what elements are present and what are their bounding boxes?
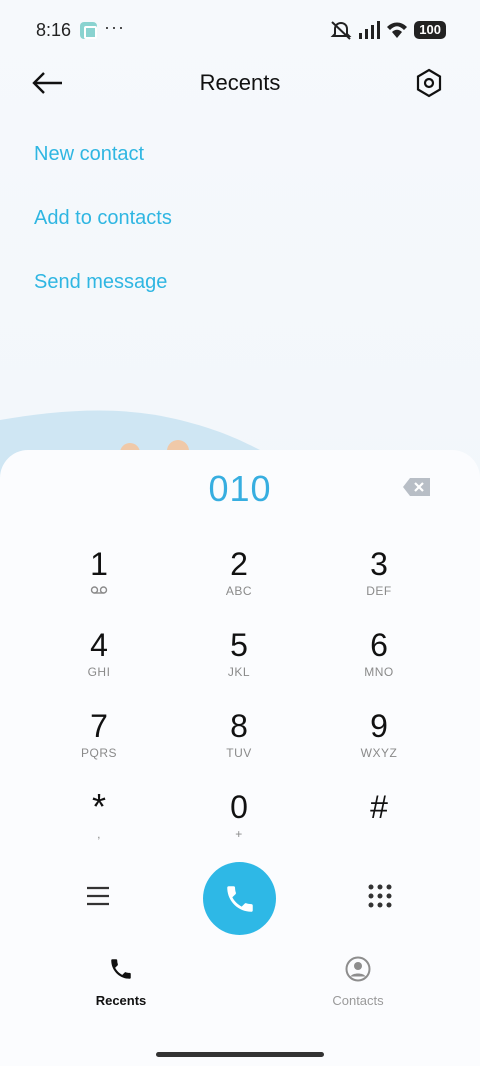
backspace-icon[interactable]: [402, 477, 432, 497]
key-4[interactable]: 4 GHI: [29, 627, 169, 701]
status-icons: 100: [330, 18, 446, 42]
new-contact-link[interactable]: New contact: [34, 143, 144, 166]
more-notifications-icon: ···: [104, 17, 125, 37]
signal-icon: [359, 21, 381, 39]
person-circle-icon: [345, 956, 371, 982]
battery-indicator: 100: [414, 21, 446, 39]
key-6[interactable]: 6 MNO: [309, 627, 449, 701]
status-bar: 8:16 ··· 100: [0, 0, 480, 60]
add-to-contacts-link[interactable]: Add to contacts: [34, 207, 172, 230]
send-message-link[interactable]: Send message: [34, 271, 167, 294]
key-5[interactable]: 5 JKL: [169, 627, 309, 701]
key-1[interactable]: 1: [29, 546, 169, 620]
home-indicator[interactable]: [156, 1052, 324, 1057]
tab-contacts[interactable]: Contacts: [298, 956, 418, 1008]
app-notification-icon: [80, 22, 97, 39]
key-7[interactable]: 7 PQRS: [29, 708, 169, 782]
tab-recents-label: Recents: [95, 993, 147, 1008]
key-star[interactable]: * ,: [29, 789, 169, 863]
tab-recents[interactable]: Recents: [61, 956, 181, 1008]
status-time: 8:16: [36, 20, 72, 40]
app-bar: Recents: [0, 60, 480, 108]
wifi-icon: [387, 22, 408, 38]
voicemail-icon: [29, 584, 169, 598]
dialpad-toggle-icon[interactable]: [362, 878, 398, 914]
settings-icon[interactable]: [414, 68, 444, 98]
key-hash[interactable]: #: [309, 789, 449, 863]
key-3[interactable]: 3 DEF: [309, 546, 449, 620]
key-2[interactable]: 2 ABC: [169, 546, 309, 620]
menu-icon[interactable]: [80, 878, 116, 914]
key-9[interactable]: 9 WXYZ: [309, 708, 449, 782]
key-8[interactable]: 8 TUV: [169, 708, 309, 782]
page-title: Recents: [199, 70, 281, 95]
call-button[interactable]: [203, 862, 276, 935]
tab-contacts-label: Contacts: [332, 993, 384, 1008]
phone-icon: [111, 959, 131, 979]
phone-icon: [226, 885, 253, 912]
key-0[interactable]: 0 +: [169, 789, 309, 863]
muted-bell-icon: [330, 21, 352, 40]
